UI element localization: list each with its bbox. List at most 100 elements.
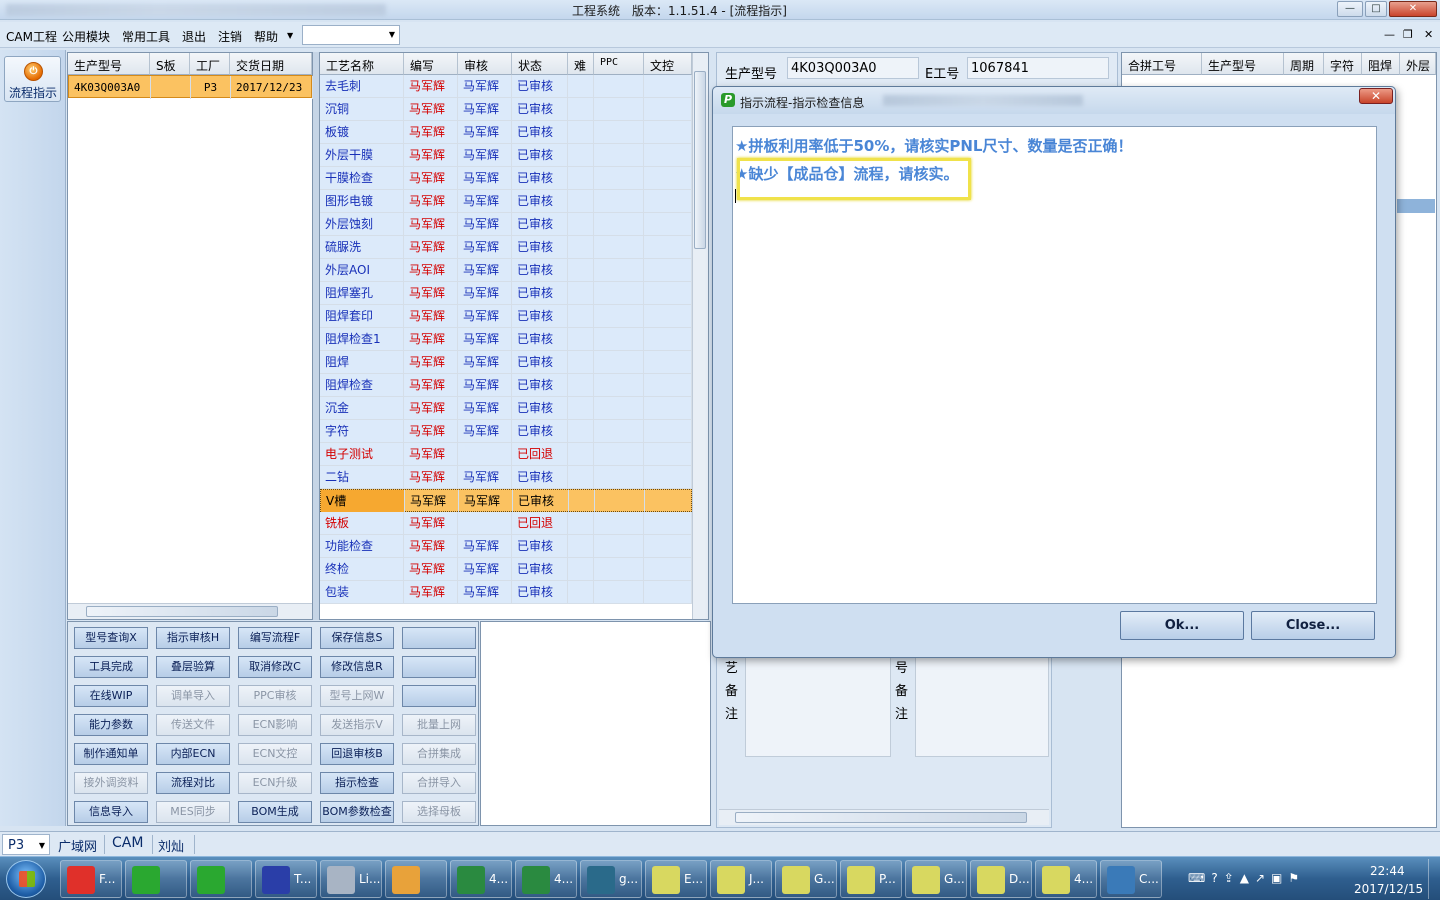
table-row[interactable]: V槽 马军辉 马军辉 已审核 xyxy=(320,489,693,513)
table-row[interactable]: 沉金 马军辉 马军辉 已审核 xyxy=(320,397,692,420)
function-button[interactable] xyxy=(402,685,476,707)
col-outer[interactable]: 外层 xyxy=(1400,53,1436,75)
function-button[interactable]: 能力参数 xyxy=(74,714,148,736)
scroll-thumb[interactable] xyxy=(694,71,706,249)
taskbar-app-button[interactable]: 4... xyxy=(515,860,577,898)
function-button[interactable]: 修改信息R xyxy=(320,656,394,678)
table-row[interactable]: 铣板 马军辉 已回退 xyxy=(320,512,692,535)
col-merge-no[interactable]: 合拼工号 xyxy=(1122,53,1202,75)
taskbar-app-button[interactable]: F... xyxy=(60,860,122,898)
taskbar-app-button[interactable] xyxy=(125,860,187,898)
function-button[interactable]: 信息导入 xyxy=(74,801,148,823)
menu-tools[interactable]: 常用工具 xyxy=(122,28,170,45)
table-row[interactable]: 外层干膜 马军辉 马军辉 已审核 xyxy=(320,144,692,167)
model-field[interactable]: 4K03Q003A0 xyxy=(787,57,919,79)
orders-hscrollbar[interactable] xyxy=(68,603,312,619)
table-row[interactable]: 包装 马军辉 马军辉 已审核 xyxy=(320,581,692,604)
flow-instruction-button[interactable]: ⏻ 流程指示 xyxy=(4,56,61,102)
splitter[interactable] xyxy=(313,52,319,620)
process-vscrollbar[interactable] xyxy=(692,53,708,619)
function-button[interactable]: 制作通知单 xyxy=(74,743,148,765)
taskbar-app-button[interactable] xyxy=(190,860,252,898)
col-cycle[interactable]: 周期 xyxy=(1284,53,1324,75)
function-button[interactable]: 批量上网 xyxy=(402,714,476,736)
table-row[interactable]: 电子测试 马军辉 已回退 xyxy=(320,443,692,466)
function-button[interactable]: 型号上网W xyxy=(320,685,394,707)
taskbar-app-button[interactable]: G... xyxy=(905,860,967,898)
function-button[interactable]: 调单导入 xyxy=(156,685,230,707)
function-button[interactable]: 内部ECN xyxy=(156,743,230,765)
function-button[interactable]: 合拼导入 xyxy=(402,772,476,794)
merge-hscroll-right[interactable] xyxy=(1397,199,1435,213)
function-button[interactable]: 型号查询X xyxy=(74,627,148,649)
message-area[interactable]: ★拼板利用率低于50%，请核实PNL尺寸、数量是否正确！ ★缺少【成品仓】流程，… xyxy=(732,126,1377,604)
table-row[interactable]: 阻焊检查1 马军辉 马军辉 已审核 xyxy=(320,328,692,351)
taskbar-app-button[interactable]: g... xyxy=(580,860,642,898)
taskbar-app-button[interactable] xyxy=(385,860,447,898)
function-button[interactable]: MES同步 xyxy=(156,801,230,823)
col-factory[interactable]: 工厂 xyxy=(190,53,230,75)
col-reviewer[interactable]: 审核 xyxy=(458,53,512,75)
col-writer[interactable]: 编写 xyxy=(404,53,458,75)
tray-icons[interactable]: ⌨?⇪▲↗▣⚑ xyxy=(1188,871,1328,887)
function-button[interactable]: 合拼集成 xyxy=(402,743,476,765)
mdi-minimize-icon[interactable]: — xyxy=(1384,28,1395,41)
function-button[interactable]: 叠层验算 xyxy=(156,656,230,678)
taskbar-app-button[interactable]: C... xyxy=(1100,860,1162,898)
table-row[interactable]: 阻焊塞孔 马军辉 马军辉 已审核 xyxy=(320,282,692,305)
taskbar-app-button[interactable]: 4... xyxy=(450,860,512,898)
table-row[interactable]: 沉铜 马军辉 马军辉 已审核 xyxy=(320,98,692,121)
help-dropdown-icon[interactable]: ▼ xyxy=(287,31,293,40)
col-status[interactable]: 状态 xyxy=(512,53,568,75)
mdi-close-icon[interactable]: ✕ xyxy=(1424,28,1433,41)
table-row[interactable]: 终检 马军辉 马军辉 已审核 xyxy=(320,558,692,581)
mdi-restore-icon[interactable]: ❐ xyxy=(1403,28,1413,41)
table-row[interactable]: 4K03Q003A0 P3 2017/12/23 xyxy=(68,75,313,99)
function-button[interactable]: 流程对比 xyxy=(156,772,230,794)
ok-button[interactable]: Ok... xyxy=(1120,611,1244,640)
function-button[interactable]: 在线WIP xyxy=(74,685,148,707)
col-model[interactable]: 生产型号 xyxy=(68,53,150,75)
function-button[interactable]: 接外调资料 xyxy=(74,772,148,794)
process-notes-box[interactable] xyxy=(745,649,891,757)
table-row[interactable]: 外层蚀刻 马军辉 马军辉 已审核 xyxy=(320,213,692,236)
table-row[interactable]: 去毛刺 马军辉 马军辉 已审核 xyxy=(320,75,692,98)
taskbar-app-button[interactable]: D... xyxy=(970,860,1032,898)
menu-exit[interactable]: 退出 xyxy=(182,28,206,45)
start-button[interactable] xyxy=(6,860,46,898)
col-s-board[interactable]: S板 xyxy=(150,53,190,75)
taskbar-app-button[interactable]: P... xyxy=(840,860,902,898)
function-button[interactable]: 发送指示V xyxy=(320,714,394,736)
taskbar-app-button[interactable]: T... xyxy=(255,860,317,898)
close-window-button[interactable]: ✕ xyxy=(1389,1,1437,17)
menu-common-modules[interactable]: 公用模块 xyxy=(62,28,110,45)
menu-logout[interactable]: 注销 xyxy=(218,28,242,45)
function-button[interactable]: PPC审核 xyxy=(238,685,312,707)
col-char[interactable]: 字符 xyxy=(1324,53,1362,75)
table-row[interactable]: 硫脲洗 马军辉 马军辉 已审核 xyxy=(320,236,692,259)
table-row[interactable]: 外层AOI 马军辉 马军辉 已审核 xyxy=(320,259,692,282)
function-button[interactable]: 取消修改C xyxy=(238,656,312,678)
function-button[interactable]: 指示检查 xyxy=(320,772,394,794)
table-row[interactable]: 功能检查 马军辉 马军辉 已审核 xyxy=(320,535,692,558)
dialog-close-icon[interactable]: ✕ xyxy=(1359,88,1393,104)
function-button[interactable] xyxy=(402,656,476,678)
table-row[interactable]: 阻焊检查 马军辉 马军辉 已审核 xyxy=(320,374,692,397)
table-row[interactable]: 板镀 马军辉 马军辉 已审核 xyxy=(320,121,692,144)
close-button[interactable]: Close... xyxy=(1251,611,1375,640)
menu-cam[interactable]: CAM工程 xyxy=(6,28,57,45)
eno-field[interactable]: 1067841 xyxy=(967,57,1109,79)
minimize-button[interactable]: — xyxy=(1337,1,1363,17)
col-doc-control[interactable]: 文控 xyxy=(644,53,692,75)
menu-combobox[interactable]: ▼ xyxy=(302,25,400,45)
function-button[interactable]: 保存信息S xyxy=(320,627,394,649)
taskbar-app-button[interactable]: Li... xyxy=(320,860,382,898)
function-button[interactable]: ECN文控 xyxy=(238,743,312,765)
maximize-button[interactable]: □ xyxy=(1365,1,1387,17)
taskbar-app-button[interactable]: G... xyxy=(775,860,837,898)
col-delivery-date[interactable]: 交货日期 xyxy=(230,53,312,75)
taskbar-app-button[interactable]: 4... xyxy=(1035,860,1097,898)
function-button[interactable]: BOM参数检查 xyxy=(320,801,394,823)
factory-selector[interactable]: P3 ▼ xyxy=(2,834,50,855)
table-row[interactable]: 字符 马军辉 马军辉 已审核 xyxy=(320,420,692,443)
